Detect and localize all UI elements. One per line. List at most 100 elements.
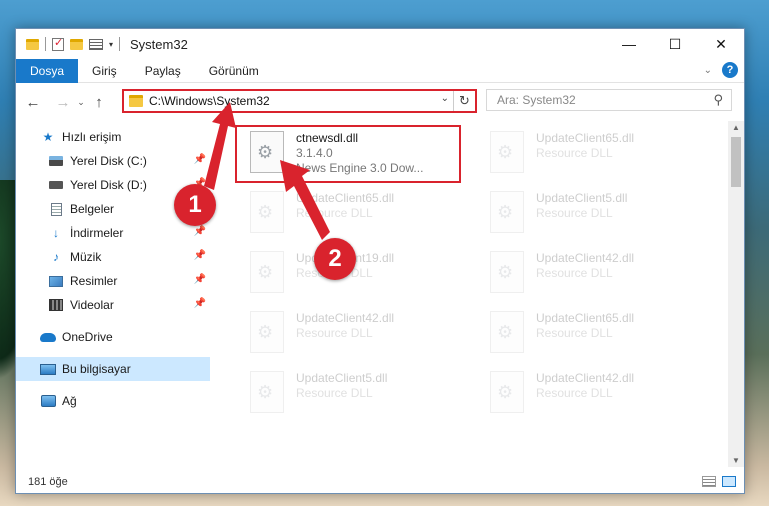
tab-view[interactable]: Görünüm <box>195 59 273 83</box>
search-icon[interactable]: ⚲ <box>713 92 723 108</box>
view-switcher <box>702 476 736 487</box>
tab-share[interactable]: Paylaş <box>131 59 195 83</box>
refresh-button[interactable]: ↻ <box>453 91 475 111</box>
nav-item-label: Bu bilgisayar <box>62 362 131 376</box>
customize-toolbar-icon[interactable]: ▾ <box>109 40 113 49</box>
file-description: Resource DLL <box>296 386 373 400</box>
dll-file-icon: ⚙ <box>490 311 524 353</box>
dll-file-icon: ⚙ <box>490 191 524 233</box>
pin-icon[interactable]: 📌 <box>194 250 206 261</box>
toolbar-separator <box>45 37 46 51</box>
file-item[interactable]: ⚙ UpdateClient42.dll Resource DLL <box>478 245 704 301</box>
help-icon[interactable]: ? <box>722 62 738 78</box>
navigation-pane: ★ Hızlı erişim Yerel Disk (C:) 📌 Yerel D… <box>16 125 212 465</box>
pin-icon[interactable]: 📌 <box>194 274 206 285</box>
forward-button[interactable]: → <box>52 94 74 111</box>
nav-item-downloads[interactable]: ↓ İndirmeler 📌 <box>16 221 210 245</box>
nav-item-this-pc[interactable]: Bu bilgisayar <box>16 357 210 381</box>
back-button[interactable]: ← <box>22 94 44 111</box>
dll-file-icon: ⚙ <box>250 251 284 293</box>
nav-item-videos[interactable]: Videolar 📌 <box>16 293 210 317</box>
title-bar: ▾ System32 — ☐ ✕ <box>16 29 744 59</box>
nav-item-label: İndirmeler <box>70 226 124 240</box>
file-name: UpdateClient5.dll <box>296 371 388 385</box>
dll-file-icon: ⚙ <box>250 371 284 413</box>
file-item[interactable]: ⚙ UpdateClient65.dll Resource DLL <box>478 125 704 181</box>
tab-home[interactable]: Giriş <box>78 59 131 83</box>
nav-item-label: OneDrive <box>62 330 113 344</box>
file-name: UpdateClient42.dll <box>536 251 635 265</box>
file-name: UpdateClient65.dll <box>536 311 635 325</box>
file-item[interactable]: ⚙ UpdateClient42.dll Resource DLL <box>238 305 464 361</box>
dll-file-icon: ⚙ <box>250 311 284 353</box>
recent-locations-button[interactable]: ⌄ <box>74 97 88 108</box>
vertical-scrollbar[interactable]: ▲ ▼ <box>728 121 744 467</box>
file-name: UpdateClient42.dll <box>296 311 395 325</box>
nav-item-label: Müzik <box>70 250 102 264</box>
file-item[interactable]: ⚙ UpdateClient5.dll Resource DLL <box>478 185 704 241</box>
folder-icon <box>26 38 39 50</box>
ribbon-right-controls: ⌄ ? <box>704 62 738 78</box>
minimize-button[interactable]: — <box>606 29 652 59</box>
file-item[interactable]: ⚙ UpdateClient65.dll Resource DLL <box>478 305 704 361</box>
rename-icon[interactable] <box>89 38 103 50</box>
file-description: Resource DLL <box>296 326 373 340</box>
quick-access-toolbar: ▾ <box>26 36 121 51</box>
pictures-icon <box>48 274 64 288</box>
toolbar-separator <box>119 37 121 51</box>
up-button[interactable]: ↑ <box>88 94 110 111</box>
pin-icon[interactable]: 📌 <box>194 298 206 309</box>
file-description: Resource DLL <box>536 146 613 160</box>
file-name: UpdateClient65.dll <box>536 131 635 145</box>
file-item[interactable]: ⚙ UpdateClient42.dll Resource DLL <box>478 365 704 421</box>
file-description: Resource DLL <box>536 206 613 220</box>
nav-item-label: Yerel Disk (D:) <box>70 178 147 192</box>
expand-ribbon-icon[interactable]: ⌄ <box>704 65 712 76</box>
pin-icon[interactable]: 📌 <box>194 226 206 237</box>
nav-item-label: Ağ <box>62 394 77 408</box>
ribbon-tabs: Dosya Giriş Paylaş Görünüm ⌄ ? <box>16 58 744 83</box>
file-description: Resource DLL <box>536 386 613 400</box>
network-icon <box>40 394 56 408</box>
maximize-button[interactable]: ☐ <box>652 29 698 59</box>
nav-item-label: Hızlı erişim <box>62 130 122 144</box>
star-icon: ★ <box>42 130 54 144</box>
nav-item-local-disk-c[interactable]: Yerel Disk (C:) 📌 <box>16 149 210 173</box>
computer-icon <box>40 362 56 376</box>
address-dropdown-icon[interactable]: ⌄ <box>441 93 449 104</box>
tiles-view-icon[interactable] <box>722 476 736 487</box>
step-badge-1: 1 <box>174 184 216 226</box>
search-box[interactable]: Ara: System32 ⚲ <box>486 89 732 111</box>
music-icon: ♪ <box>53 250 59 264</box>
scroll-up-icon[interactable]: ▲ <box>728 123 744 132</box>
details-view-icon[interactable] <box>702 476 716 487</box>
nav-item-label: Yerel Disk (C:) <box>70 154 147 168</box>
status-bar: 181 öğe <box>16 471 744 493</box>
window-title: System32 <box>130 36 188 52</box>
folder-icon <box>129 95 143 107</box>
window-controls: — ☐ ✕ <box>606 29 744 59</box>
nav-item-pictures[interactable]: Resimler 📌 <box>16 269 210 293</box>
new-folder-icon[interactable] <box>70 38 83 50</box>
document-icon <box>48 202 64 216</box>
file-description: Resource DLL <box>536 266 613 280</box>
dll-file-icon: ⚙ <box>490 131 524 173</box>
file-description: Resource DLL <box>536 326 613 340</box>
nav-item-network[interactable]: Ağ <box>16 389 210 413</box>
file-name: UpdateClient5.dll <box>536 191 628 205</box>
step-badge-2: 2 <box>314 238 356 280</box>
tab-file[interactable]: Dosya <box>16 58 79 83</box>
nav-item-onedrive[interactable]: OneDrive <box>16 325 210 349</box>
nav-item-quick-access[interactable]: ★ Hızlı erişim <box>16 125 210 149</box>
dll-file-icon: ⚙ <box>490 251 524 293</box>
file-item[interactable]: ⚙ UpdateClient5.dll Resource DLL <box>238 365 464 421</box>
scroll-down-icon[interactable]: ▼ <box>728 456 744 465</box>
search-placeholder[interactable]: Ara: System32 <box>497 93 576 107</box>
address-bar[interactable]: C:\Windows\System32 ⌄ ↻ <box>122 89 477 113</box>
properties-check-icon[interactable] <box>52 36 64 51</box>
close-button[interactable]: ✕ <box>698 29 744 59</box>
disk-icon <box>48 178 64 192</box>
scroll-thumb[interactable] <box>731 137 741 187</box>
nav-item-music[interactable]: ♪ Müzik 📌 <box>16 245 210 269</box>
videos-icon <box>48 298 64 312</box>
